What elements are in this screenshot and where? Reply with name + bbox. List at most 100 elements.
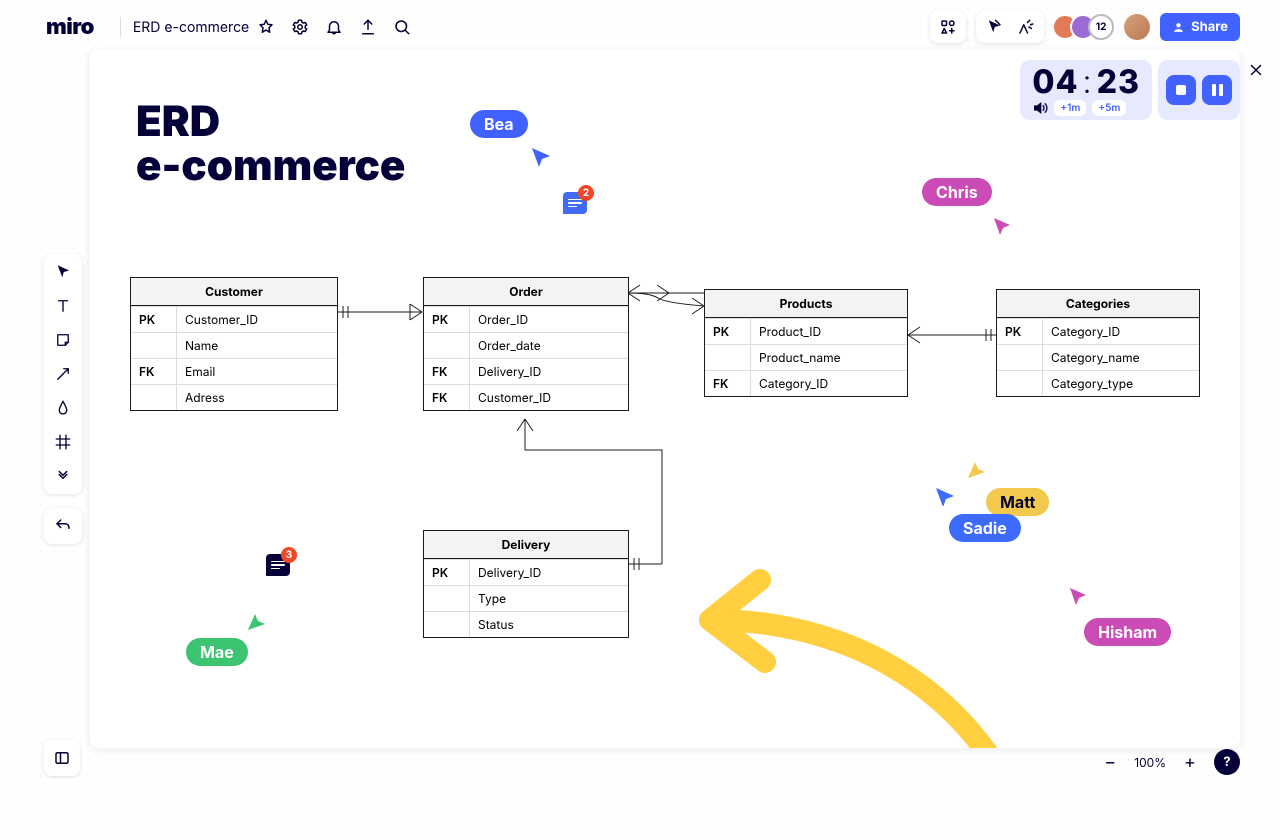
- entity-field: Name: [177, 333, 337, 358]
- sound-icon[interactable]: [1032, 100, 1048, 116]
- settings-icon[interactable]: [283, 10, 317, 44]
- entity-key: [131, 385, 177, 410]
- entity-key: FK: [424, 359, 470, 384]
- entity-field: Category_ID: [751, 371, 907, 396]
- comment-count: 2: [578, 185, 594, 201]
- entity-row[interactable]: PKCategory_ID: [997, 318, 1199, 344]
- entity-key: PK: [424, 560, 470, 585]
- line-arrow-tool[interactable]: [48, 360, 78, 388]
- entity-key: PK: [997, 319, 1043, 344]
- timer-minutes: 04: [1032, 62, 1078, 101]
- canvas[interactable]: ERDe-commerce CustomerPKCustomer_IDNameF…: [90, 50, 1240, 748]
- cursor-label-chris: Chris: [922, 178, 992, 206]
- entity-products[interactable]: ProductsPKProduct_IDProduct_nameFKCatego…: [704, 289, 908, 397]
- zoom-controls: − 100% + ?: [1096, 748, 1240, 776]
- timer-seconds: 23: [1097, 62, 1140, 101]
- entity-key: [424, 586, 470, 611]
- entity-row[interactable]: Adress: [131, 384, 337, 410]
- timer-widget: 04:23 +1m +5m: [1020, 60, 1240, 120]
- text-tool[interactable]: [48, 292, 78, 320]
- entity-categories[interactable]: CategoriesPKCategory_IDCategory_nameCate…: [996, 289, 1200, 397]
- timer-display[interactable]: 04:23 +1m +5m: [1020, 60, 1152, 120]
- apps-icon[interactable]: [932, 11, 964, 43]
- entity-row[interactable]: FKDelivery_ID: [424, 358, 628, 384]
- entity-field: Product_ID: [751, 319, 907, 344]
- export-icon[interactable]: [351, 10, 385, 44]
- entity-row[interactable]: PKDelivery_ID: [424, 559, 628, 585]
- entity-title: Products: [705, 290, 907, 318]
- entity-row[interactable]: Category_type: [997, 370, 1199, 396]
- pen-tool[interactable]: [48, 394, 78, 422]
- entity-key: PK: [705, 319, 751, 344]
- entity-row[interactable]: Status: [424, 611, 628, 637]
- entity-key: [131, 333, 177, 358]
- cursor-label-hisham: Hisham: [1084, 618, 1171, 646]
- entity-key: FK: [424, 385, 470, 410]
- entity-row[interactable]: Name: [131, 332, 337, 358]
- separator: [120, 17, 121, 37]
- cursor-hisham-icon: [1068, 586, 1088, 606]
- cursor-chris-icon: [992, 216, 1012, 236]
- cursor-sadie-icon: [934, 486, 954, 506]
- collaborator-avatars[interactable]: 12: [1052, 14, 1114, 40]
- entity-row[interactable]: FKCategory_ID: [705, 370, 907, 396]
- entity-key: [997, 371, 1043, 396]
- timer-stop-button[interactable]: [1166, 75, 1196, 105]
- select-tool[interactable]: [48, 258, 78, 286]
- timer-pause-button[interactable]: [1202, 75, 1232, 105]
- search-icon[interactable]: [385, 10, 419, 44]
- entity-title: Categories: [997, 290, 1199, 318]
- star-icon[interactable]: [249, 10, 283, 44]
- cursor-label-sadie: Sadie: [949, 514, 1021, 542]
- close-icon[interactable]: [1246, 60, 1266, 80]
- entity-row[interactable]: PKOrder_ID: [424, 306, 628, 332]
- entity-row[interactable]: FKCustomer_ID: [424, 384, 628, 410]
- entity-row[interactable]: PKCustomer_ID: [131, 306, 337, 332]
- entity-row[interactable]: Category_name: [997, 344, 1199, 370]
- entity-row[interactable]: PKProduct_ID: [705, 318, 907, 344]
- entity-row[interactable]: Order_date: [424, 332, 628, 358]
- entity-field: Order_date: [470, 333, 628, 358]
- share-button[interactable]: Share: [1160, 13, 1240, 41]
- entity-row[interactable]: FKEmail: [131, 358, 337, 384]
- frame-tool[interactable]: [48, 428, 78, 456]
- comment-count: 3: [281, 547, 297, 563]
- zoom-level[interactable]: 100%: [1134, 755, 1166, 770]
- help-button[interactable]: ?: [1214, 749, 1240, 775]
- entity-order[interactable]: OrderPKOrder_IDOrder_dateFKDelivery_IDFK…: [423, 277, 629, 411]
- entity-title: Delivery: [424, 531, 628, 559]
- more-tools[interactable]: [48, 462, 78, 490]
- logo[interactable]: miro: [46, 14, 94, 40]
- entity-title: Customer: [131, 278, 337, 306]
- notifications-icon[interactable]: [317, 10, 351, 44]
- apps-button[interactable]: [930, 11, 966, 43]
- reactions-icon[interactable]: [1010, 11, 1042, 43]
- comment-thread[interactable]: 3: [266, 554, 290, 576]
- sidebar-toggle[interactable]: [44, 740, 80, 776]
- cursor-bea-icon: [530, 146, 552, 168]
- cursor-label-bea: Bea: [470, 110, 528, 138]
- entity-field: Order_ID: [470, 307, 628, 332]
- zoom-in-button[interactable]: +: [1176, 748, 1204, 776]
- entity-row[interactable]: Type: [424, 585, 628, 611]
- entity-field: Customer_ID: [470, 385, 628, 410]
- pointer-hide-icon[interactable]: [978, 11, 1010, 43]
- entity-key: FK: [705, 371, 751, 396]
- entity-title: Order: [424, 278, 628, 306]
- comment-thread[interactable]: 2: [563, 192, 587, 214]
- entity-delivery[interactable]: DeliveryPKDelivery_IDTypeStatus: [423, 530, 629, 638]
- share-label: Share: [1191, 19, 1228, 35]
- undo-button[interactable]: [44, 508, 82, 544]
- tool-rail: [44, 254, 82, 494]
- timer-add-1m[interactable]: +1m: [1054, 100, 1086, 116]
- my-avatar[interactable]: [1124, 14, 1150, 40]
- entity-row[interactable]: Product_name: [705, 344, 907, 370]
- sticky-note-tool[interactable]: [48, 326, 78, 354]
- board-title[interactable]: ERD e-commerce: [133, 19, 249, 36]
- entity-key: PK: [424, 307, 470, 332]
- timer-add-5m[interactable]: +5m: [1092, 100, 1126, 116]
- zoom-out-button[interactable]: −: [1096, 748, 1124, 776]
- entity-customer[interactable]: CustomerPKCustomer_IDNameFKEmailAdress: [130, 277, 338, 411]
- entity-key: FK: [131, 359, 177, 384]
- avatar-overflow-count[interactable]: 12: [1088, 14, 1114, 40]
